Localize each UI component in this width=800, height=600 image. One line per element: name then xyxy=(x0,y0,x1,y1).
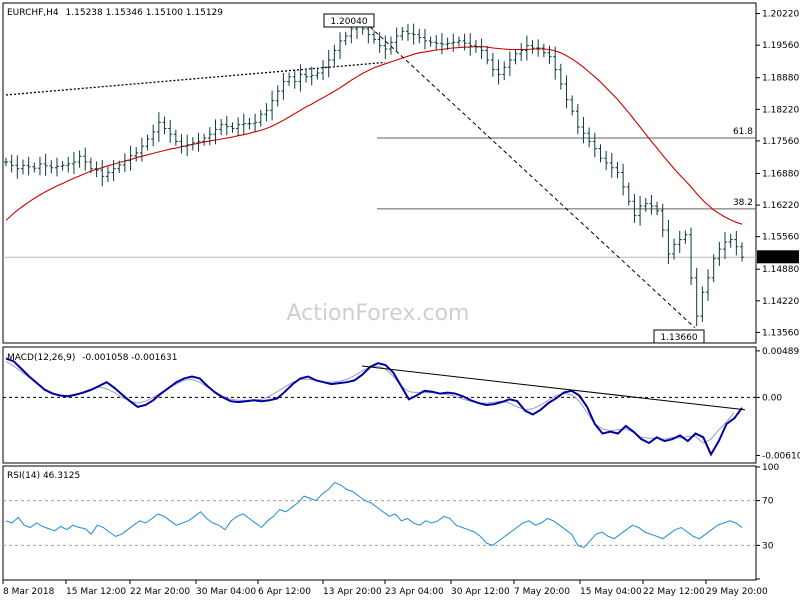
rsi-tick-label: 70 xyxy=(762,497,774,507)
price-tick-label: 1.18220 xyxy=(762,105,799,115)
watermark: ActionForex.com xyxy=(287,301,470,326)
price-tick-label: 1.13560 xyxy=(762,328,799,338)
macd-label: MACD(12,26,9) xyxy=(7,353,75,363)
chart-canvas: ActionForex.com 61.8 38.2 1.20040 1.13660 1… xyxy=(2,2,800,597)
time-tick-label: 30 Apr 12:00 xyxy=(451,587,510,597)
price-tick-label: 1.20220 xyxy=(762,10,799,20)
macd-tick-label: 0.004898 xyxy=(762,347,800,357)
symbol-label: EURCHF,H4 1.15238 1.15346 1.15100 1.1512… xyxy=(7,8,223,18)
price-tick-label: 1.17560 xyxy=(762,137,799,147)
macd-tick-label: -0.006108 xyxy=(762,451,800,461)
price-tick-label: 1.16220 xyxy=(762,201,799,211)
macd-values: -0.001058 -0.001631 xyxy=(82,353,177,363)
price-tick-label: 1.18880 xyxy=(762,74,799,84)
price-tick-label: 1.19560 xyxy=(762,41,799,51)
symbol-name: EURCHF,H4 xyxy=(7,8,59,18)
time-tick-label: 15 May 04:00 xyxy=(580,587,642,597)
current-price-marker: 1.15129 xyxy=(757,250,799,264)
rsi-axis: 100 70 30 xyxy=(756,463,779,580)
swing-low-label: 1.13660 xyxy=(653,329,705,344)
time-tick-label: 13 Apr 20:00 xyxy=(323,587,382,597)
rsi-tick-label: 30 xyxy=(762,541,774,551)
current-price-text: 1.15129 xyxy=(761,253,798,263)
time-tick-label: 8 Mar 2018 xyxy=(3,587,55,597)
macd-axis: 0.004898 0.00 -0.006108 xyxy=(756,347,800,461)
fib-level-label: 61.8 xyxy=(733,127,753,137)
price-tick-label: 1.15560 xyxy=(762,233,799,243)
time-tick-label: 23 Apr 04:00 xyxy=(385,587,444,597)
time-tick-label: 29 May 20:00 xyxy=(706,587,768,597)
rsi-header: RSI(14) 46.3125 xyxy=(7,471,80,481)
price-tick-label: 1.16880 xyxy=(762,169,799,179)
price-tick-label: 1.14220 xyxy=(762,297,799,307)
time-axis: 8 Mar 2018 15 Mar 12:00 22 Mar 20:00 30 Mar… xyxy=(2,580,768,597)
fib-level-label: 38.2 xyxy=(733,198,753,208)
price-axis: 1.20220 1.19560 1.18880 1.18220 1.17560 1.168… xyxy=(756,10,799,338)
price-panel-frame xyxy=(2,2,757,344)
time-tick-label: 7 May 20:00 xyxy=(514,587,570,597)
time-tick-label: 30 Mar 04:00 xyxy=(196,587,256,597)
time-tick-label: 6 Apr 12:00 xyxy=(258,587,311,597)
swing-high-label: 1.20040 xyxy=(323,13,375,28)
time-tick-label: 22 May 12:00 xyxy=(643,587,705,597)
swing-low-label-text: 1.13660 xyxy=(660,333,697,343)
price-tick-label: 1.14880 xyxy=(762,265,799,275)
macd-header: MACD(12,26,9) -0.001058 -0.001631 xyxy=(7,353,177,363)
rsi-panel-frame xyxy=(2,465,757,581)
macd-tick-label: 0.00 xyxy=(762,393,782,403)
time-tick-label: 15 Mar 12:00 xyxy=(66,587,126,597)
time-tick-label: 22 Mar 20:00 xyxy=(130,587,190,597)
swing-high-label-text: 1.20040 xyxy=(330,17,367,27)
ohlc-values: 1.15238 1.15346 1.15100 1.15129 xyxy=(66,8,224,18)
rsi-tick-label: 100 xyxy=(762,463,779,473)
